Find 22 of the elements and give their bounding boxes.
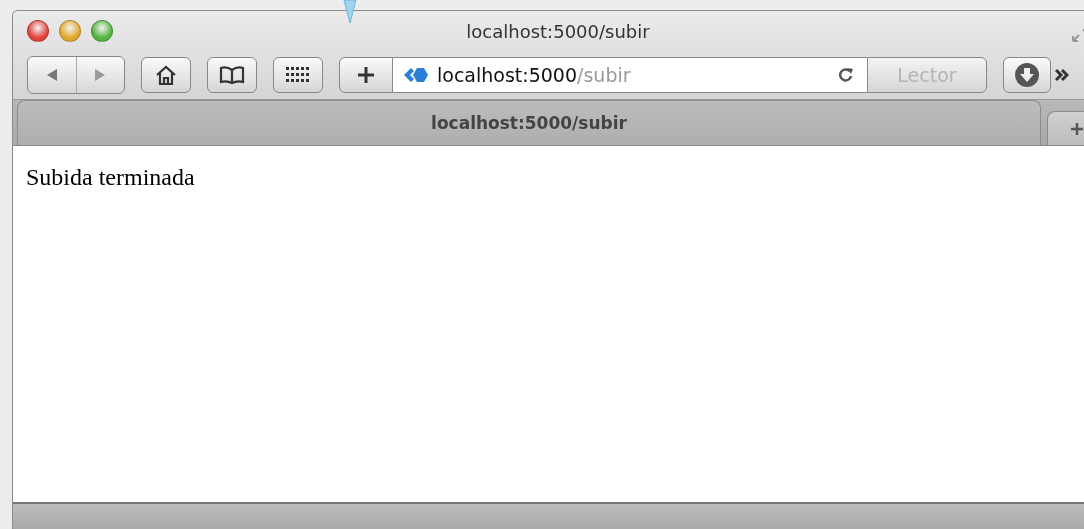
top-sites-button[interactable] <box>273 57 323 93</box>
home-icon <box>154 64 178 86</box>
close-button[interactable] <box>27 20 49 42</box>
window-title: localhost:5000/subir <box>466 20 650 42</box>
tab[interactable]: localhost:5000/subir <box>17 100 1041 145</box>
plus-icon <box>1070 121 1084 136</box>
add-bookmark-button[interactable] <box>339 57 393 93</box>
home-button[interactable] <box>141 57 191 93</box>
page-text: Subida terminada <box>26 164 196 191</box>
grid-icon <box>285 66 311 84</box>
plus-icon <box>357 66 375 84</box>
site-icon <box>403 66 429 84</box>
reload-icon[interactable] <box>837 66 855 84</box>
chevron-icon[interactable] <box>1055 67 1069 83</box>
downloads-button[interactable] <box>1003 57 1051 93</box>
minimize-button[interactable] <box>59 20 81 42</box>
address-field[interactable]: localhost:5000/subir <box>393 57 867 93</box>
zoom-button[interactable] <box>91 20 113 42</box>
book-icon <box>219 65 245 85</box>
pointer-icon <box>343 0 357 24</box>
download-icon <box>1014 62 1040 88</box>
bookmarks-button[interactable] <box>207 57 257 93</box>
